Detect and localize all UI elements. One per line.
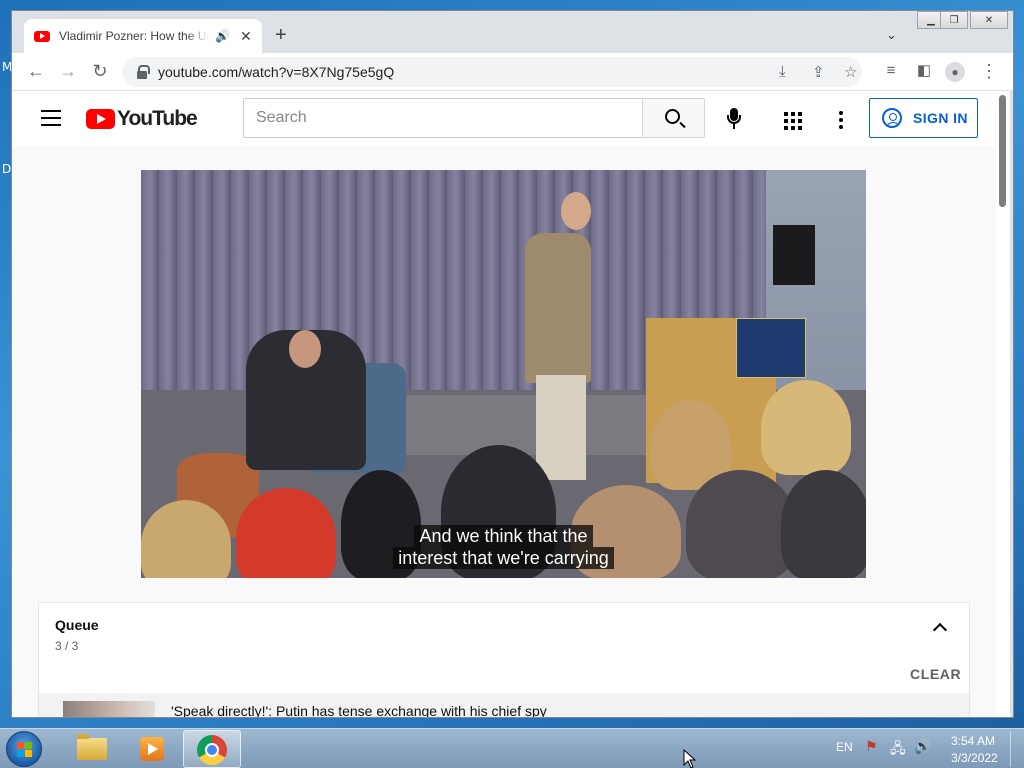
side-panel-icon[interactable]: ◧: [913, 62, 935, 80]
bookmark-star-icon[interactable]: ☆: [844, 63, 857, 81]
search-icon: [665, 109, 680, 124]
windows-taskbar: EN ⚑ 🖧 🔊 3:54 AM 3/3/2022: [0, 728, 1024, 768]
url-text[interactable]: youtube.com/watch?v=8X7Ng75e5gQ: [158, 64, 394, 80]
video-frame-speaker: [525, 233, 591, 383]
mouse-cursor-icon: [683, 749, 697, 768]
language-indicator[interactable]: EN: [836, 740, 853, 754]
video-frame-monitor: [773, 225, 815, 285]
profile-avatar-icon[interactable]: ●: [945, 62, 965, 82]
scrollbar-thumb[interactable]: [999, 95, 1006, 207]
queue-item[interactable]: 'Speak directly!': Putin has tense excha…: [39, 693, 969, 717]
reload-icon[interactable]: ↻: [89, 62, 111, 80]
apps-grid-icon[interactable]: [784, 112, 802, 130]
youtube-header: YouTube SIGN IN: [12, 91, 1000, 147]
watch-content: And we think that the interest that we'r…: [12, 147, 1000, 717]
sign-in-label: SIGN IN: [913, 110, 968, 126]
sign-in-button[interactable]: SIGN IN: [869, 98, 978, 138]
youtube-play-icon: [86, 109, 115, 129]
browser-toolbar: ← → ↻ youtube.com/watch?v=8X7Ng75e5gQ ⤓ …: [12, 53, 1013, 91]
menu-icon[interactable]: [41, 110, 61, 126]
clock-time[interactable]: 3:54 AM: [951, 734, 995, 748]
tab-search-chevron-icon[interactable]: ⌄: [886, 27, 897, 43]
close-window-button[interactable]: ✕: [970, 11, 1008, 29]
chrome-menu-icon[interactable]: ⋮: [978, 62, 1000, 80]
caption-text: And we think that the: [414, 525, 593, 547]
youtube-page: YouTube SIGN IN: [12, 91, 1000, 717]
queue-item-thumbnail[interactable]: [63, 701, 155, 717]
queue-item-title[interactable]: 'Speak directly!': Putin has tense excha…: [171, 703, 547, 717]
youtube-logo[interactable]: YouTube: [86, 107, 198, 131]
forward-arrow-icon[interactable]: →: [57, 62, 79, 80]
account-icon: [882, 108, 902, 128]
action-center-flag-icon[interactable]: ⚑: [865, 738, 878, 755]
queue-count: 3 / 3: [55, 639, 79, 653]
page-scrollbar[interactable]: [996, 91, 1010, 717]
network-icon[interactable]: 🖧: [890, 738, 906, 762]
share-icon[interactable]: ⇪: [812, 63, 825, 81]
address-bar[interactable]: youtube.com/watch?v=8X7Ng75e5gQ ⤓ ⇪ ☆: [122, 57, 862, 87]
tab-strip: Vladimir Pozner: How the United States C…: [12, 11, 1013, 53]
video-player[interactable]: And we think that the interest that we'r…: [141, 170, 866, 578]
search-input[interactable]: [256, 109, 642, 127]
video-frame-audience: [761, 380, 851, 475]
caption-line-2: interest that we're carrying: [141, 547, 866, 569]
media-player-icon: [140, 737, 164, 761]
caption-line-1: And we think that the: [141, 525, 866, 547]
folder-icon: [77, 734, 107, 760]
microphone-icon[interactable]: [722, 107, 746, 131]
back-arrow-icon[interactable]: ←: [25, 62, 47, 80]
video-frame-speaker-legs: [536, 375, 586, 480]
search-box[interactable]: [243, 98, 642, 138]
settings-kebab-icon[interactable]: [839, 111, 843, 129]
clock-date[interactable]: 3/3/2022: [951, 751, 998, 765]
start-button[interactable]: [6, 731, 42, 767]
search-button[interactable]: [642, 98, 705, 138]
chrome-icon: [197, 735, 227, 765]
lock-icon[interactable]: [136, 65, 150, 79]
media-control-icon[interactable]: ≡: [880, 62, 902, 80]
video-frame-speaker-head: [561, 192, 591, 230]
close-tab-icon[interactable]: ✕: [240, 28, 252, 45]
new-tab-button[interactable]: +: [275, 24, 287, 47]
show-desktop-button[interactable]: [1010, 731, 1024, 767]
install-app-icon[interactable]: ⤓: [779, 63, 786, 80]
video-frame-seated-head: [289, 330, 321, 368]
queue-panel: Queue 3 / 3 CLEAR 'Speak directly!': Put…: [38, 602, 970, 717]
tab-title: Vladimir Pozner: How the United States C…: [59, 29, 209, 43]
youtube-favicon-icon: [34, 30, 50, 42]
video-frame-podium-sign: [736, 318, 806, 378]
caption-text: interest that we're carrying: [393, 547, 614, 569]
clear-queue-button[interactable]: CLEAR: [910, 666, 961, 682]
collapse-chevron-up-icon[interactable]: [932, 622, 948, 638]
queue-title: Queue: [55, 617, 99, 633]
youtube-wordmark: YouTube: [117, 107, 198, 130]
restore-button[interactable]: ❐: [940, 11, 968, 29]
speaker-icon[interactable]: 🔊: [215, 29, 230, 43]
taskbar-chrome-button[interactable]: [183, 730, 241, 768]
desktop-icon-label: D: [2, 162, 12, 176]
browser-tab[interactable]: Vladimir Pozner: How the United States C…: [24, 19, 262, 53]
taskbar-explorer-button[interactable]: [62, 730, 120, 768]
taskbar-media-player-button[interactable]: [122, 730, 180, 768]
volume-icon[interactable]: 🔊: [914, 738, 931, 755]
